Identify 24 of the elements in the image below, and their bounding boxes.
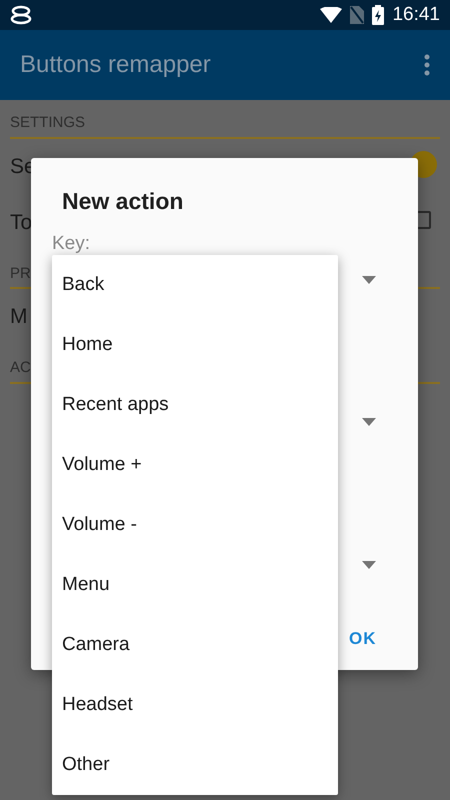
- key-label: Key:: [52, 232, 90, 256]
- dropdown-caret-icon[interactable]: [362, 276, 376, 284]
- menu-item[interactable]: Camera: [52, 615, 338, 675]
- no-sim-icon: [350, 6, 364, 24]
- menu-item[interactable]: Other: [52, 735, 338, 795]
- app-notification-icon: [10, 5, 32, 25]
- setting-label: To: [10, 210, 32, 236]
- setting-label: M: [10, 304, 28, 330]
- clock-time: 16:41: [392, 2, 440, 27]
- overflow-menu-icon[interactable]: [424, 54, 430, 76]
- ok-button[interactable]: OK: [343, 624, 382, 654]
- battery-charging-icon: [372, 5, 384, 25]
- menu-item[interactable]: Volume -: [52, 495, 338, 555]
- dropdown-caret-icon[interactable]: [362, 561, 376, 569]
- menu-item[interactable]: Home: [52, 315, 338, 375]
- menu-item[interactable]: Menu: [52, 555, 338, 615]
- wifi-icon: [320, 7, 342, 23]
- menu-item[interactable]: Back: [52, 255, 338, 315]
- app-title: Buttons remapper: [20, 50, 211, 80]
- dropdown-caret-icon[interactable]: [362, 418, 376, 426]
- dialog-title: New action: [62, 187, 184, 216]
- menu-item[interactable]: Recent apps: [52, 375, 338, 435]
- menu-item[interactable]: Headset: [52, 675, 338, 735]
- menu-item[interactable]: Volume +: [52, 435, 338, 495]
